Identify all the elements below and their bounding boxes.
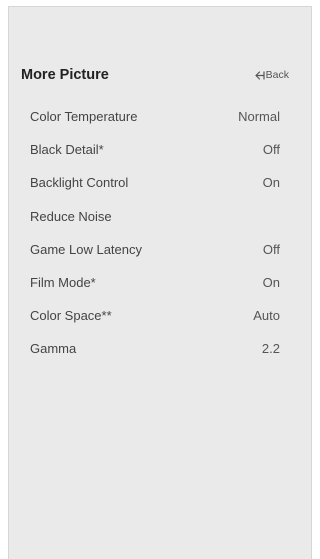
- back-label: Back: [265, 69, 289, 81]
- menu-item-value: Off: [262, 241, 280, 257]
- back-arrow-icon: [255, 70, 265, 80]
- menu-item-value: 2.2: [261, 341, 280, 357]
- panel-header: More Picture Back: [21, 63, 289, 87]
- menu-item-color-temperature[interactable]: Color Temperature Normal: [30, 100, 280, 133]
- menu-item-color-space[interactable]: Color Space** Auto: [30, 299, 280, 332]
- menu-item-label: Gamma: [30, 341, 77, 357]
- menu-item-value: On: [262, 275, 280, 291]
- menu-item-game-low-latency[interactable]: Game Low Latency Off: [30, 233, 280, 266]
- back-button[interactable]: Back: [255, 69, 289, 81]
- settings-menu: Color Temperature Normal Black Detail* O…: [30, 100, 280, 366]
- menu-item-value: Off: [262, 142, 280, 158]
- menu-item-label: Color Space**: [30, 308, 112, 324]
- menu-item-label: Film Mode*: [30, 275, 96, 291]
- menu-item-value: Normal: [238, 109, 280, 125]
- menu-item-label: Color Temperature: [30, 109, 138, 125]
- menu-item-label: Reduce Noise: [30, 208, 112, 224]
- page-title: More Picture: [21, 67, 109, 83]
- menu-item-reduce-noise[interactable]: Reduce Noise: [30, 200, 280, 233]
- menu-item-label: Black Detail*: [30, 142, 104, 158]
- menu-item-backlight-control[interactable]: Backlight Control On: [30, 166, 280, 199]
- menu-item-film-mode[interactable]: Film Mode* On: [30, 266, 280, 299]
- menu-item-gamma[interactable]: Gamma 2.2: [30, 332, 280, 365]
- settings-panel: More Picture Back Color Temperature Norm…: [8, 6, 312, 559]
- menu-item-value: Auto: [253, 308, 280, 324]
- menu-item-value: On: [262, 175, 280, 191]
- menu-item-black-detail[interactable]: Black Detail* Off: [30, 133, 280, 166]
- menu-item-label: Backlight Control: [30, 175, 129, 191]
- menu-item-label: Game Low Latency: [30, 241, 143, 257]
